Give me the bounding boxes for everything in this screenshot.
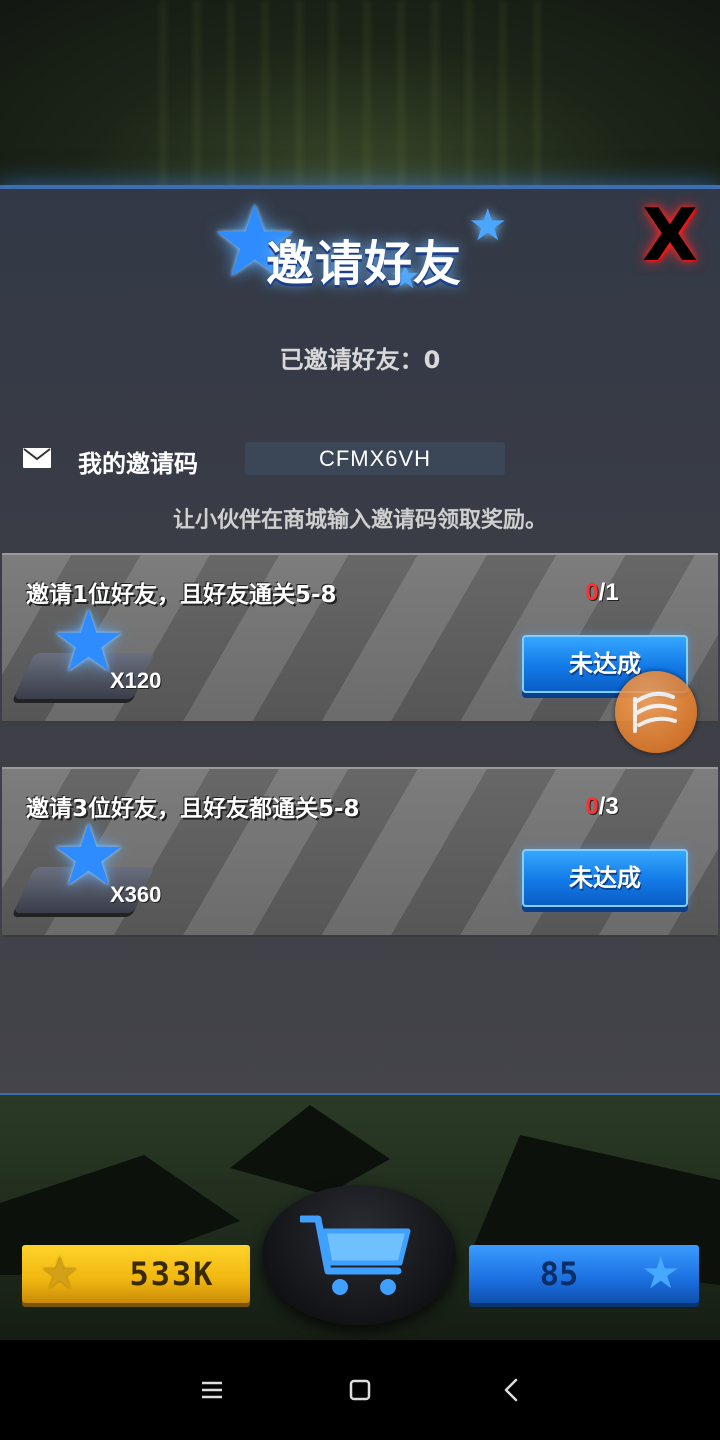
rock-shape	[230, 1105, 390, 1195]
shopping-cart-icon	[300, 1215, 411, 1295]
task-status-button[interactable]: 未达成	[522, 849, 688, 907]
mail-icon	[23, 448, 51, 468]
dialog-title: 邀请好友	[266, 236, 463, 292]
task-progress-total: /3	[598, 793, 619, 820]
invited-count: 已邀请好友：0	[279, 346, 441, 374]
home-icon[interactable]	[342, 1372, 378, 1408]
shop-button[interactable]	[262, 1185, 456, 1325]
task-progress-total: /1	[598, 579, 619, 606]
task-progress-current: 0	[585, 793, 599, 820]
close-button[interactable]: X	[632, 199, 708, 271]
floating-assistant-button[interactable]	[615, 671, 697, 753]
gem-value: 85	[539, 1255, 579, 1293]
back-icon[interactable]	[494, 1372, 530, 1408]
reward-amount: X360	[110, 882, 162, 907]
coin-star-icon: ★	[40, 1248, 80, 1299]
star-gem-counter[interactable]: 85 ★	[469, 1245, 699, 1303]
task-progress: 0/1	[562, 579, 642, 607]
assistant-icon	[633, 691, 677, 733]
task-card: 邀请1位好友，且好友通关5-8 0/1 ★ X120 未达成	[2, 553, 718, 723]
invite-code-field[interactable]: CFMX6VH	[245, 442, 505, 475]
task-progress-current: 0	[585, 579, 599, 606]
my-invite-code-label: 我的邀请码	[78, 450, 198, 478]
recent-apps-icon[interactable]	[194, 1372, 230, 1408]
coin-value: 533K	[129, 1255, 215, 1293]
light-rays	[160, 0, 560, 190]
system-nav-bar	[0, 1340, 720, 1440]
reward-amount: X120	[110, 668, 162, 693]
task-progress: 0/3	[562, 793, 642, 821]
dialog-title-banner: ★ ★ ★ 邀请好友	[210, 190, 510, 310]
invite-code-hint: 让小伙伴在商城输入邀请码领取奖励。	[172, 508, 547, 533]
gem-star-icon: ★	[641, 1248, 681, 1299]
coin-counter[interactable]: ★ 533K	[22, 1245, 250, 1303]
task-card: 邀请3位好友，且好友都通关5-8 0/3 ★ X360 未达成	[2, 767, 718, 937]
